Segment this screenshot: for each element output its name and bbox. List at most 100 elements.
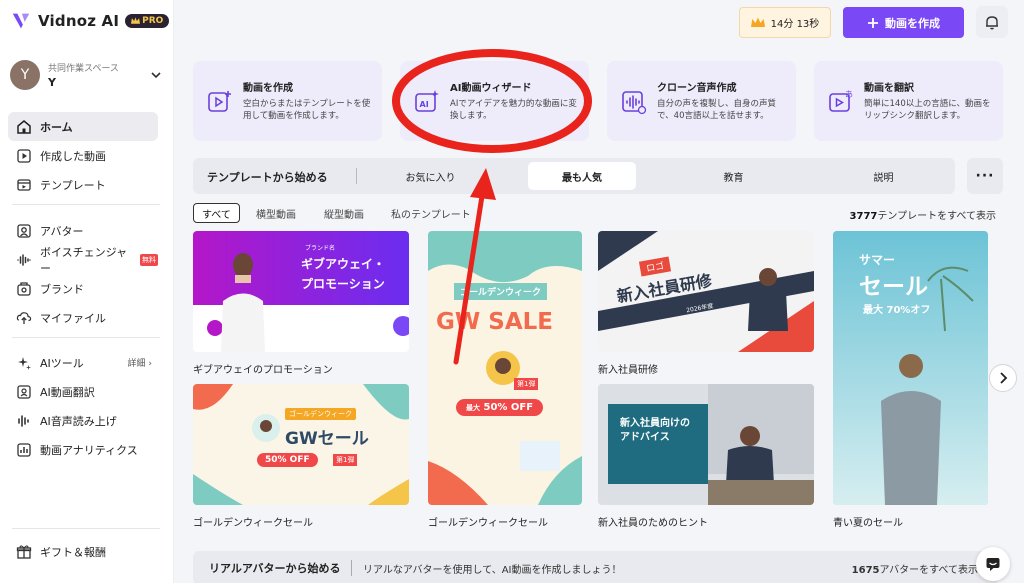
templates-title: テンプレートから始める xyxy=(207,171,328,184)
summer-title-1: サマー xyxy=(859,253,896,267)
workspace-user: Y xyxy=(48,76,56,89)
sidebar-item-avatars[interactable]: アバター xyxy=(8,216,158,245)
sidebar-item-brand[interactable]: ブランド xyxy=(8,274,158,303)
avatars-divider xyxy=(351,560,352,576)
template-thumb-summer-sale[interactable]: サマー セール 最大 70%オフ xyxy=(833,231,988,505)
sidebar-item-home[interactable]: ホーム xyxy=(8,112,158,141)
filter-horizontal[interactable]: 横型動画 xyxy=(256,203,296,223)
avatars-title: リアルアバターから始める xyxy=(209,562,341,575)
carousel-next-button[interactable] xyxy=(989,364,1017,392)
remaining-time: 14分 13秒 xyxy=(770,19,820,30)
gw-vertical-offer: 最大 50% OFF xyxy=(456,399,544,416)
sidebar-item-label: 作成した動画 xyxy=(40,149,106,163)
create-video-button[interactable]: 動画を作成 xyxy=(843,7,964,38)
action-card-create-video[interactable]: 動画を作成 空白からまたはテンプレートを使用して動画を作成します。 xyxy=(193,61,382,141)
template-caption: ギブアウェイのプロモーション xyxy=(193,365,333,376)
bottom-nav: ギフト＆報酬 xyxy=(8,537,158,566)
crown-icon xyxy=(131,17,141,24)
chevron-right-icon xyxy=(1000,372,1008,384)
show-all-avatars-link[interactable]: 1675アバターをすべて表示 xyxy=(852,561,978,576)
free-badge: 無料 xyxy=(140,253,158,266)
gw-vertical-offer-label: 最大 xyxy=(466,404,480,412)
tab-favorites[interactable]: お気に入り xyxy=(373,162,488,190)
sidebar-item-label: ギフト＆報酬 xyxy=(40,545,106,559)
sidebar-item-label: AIツール xyxy=(40,356,84,370)
more-options-button[interactable]: ··· xyxy=(967,158,1003,194)
sidebar-item-my-files[interactable]: マイファイル xyxy=(8,303,158,332)
sidebar-item-label: AI音声読み上げ xyxy=(40,414,117,428)
chat-icon xyxy=(986,558,1000,571)
card-title: クローン音声作成 xyxy=(657,83,737,94)
template-thumb-gw-sale-horizontal[interactable]: ゴールデンウィーク GWセール 50% OFF 第1弾 xyxy=(193,384,409,505)
template-thumb-new-employee-training[interactable]: ロゴ 新入社員研修 2026年度 xyxy=(598,231,814,352)
filter-all[interactable]: すべて xyxy=(193,203,240,223)
tips-thumbnail xyxy=(598,384,814,505)
sidebar-item-ai-tts[interactable]: AI音声読み上げ xyxy=(8,406,158,435)
sidebar-item-my-videos[interactable]: 作成した動画 xyxy=(8,141,158,170)
notifications-button[interactable] xyxy=(976,6,1008,38)
sidebar-divider xyxy=(12,528,160,529)
sidebar-item-gifts[interactable]: ギフト＆報酬 xyxy=(8,537,158,566)
action-card-ai-wizard[interactable]: AI AI動画ウィザード AIでアイデアを魅力的な動画に変換します。 xyxy=(400,61,589,141)
action-card-translate-video[interactable]: あ 動画を翻訳 簡単に140以上の言語に、動画をリップシンク翻訳します。 xyxy=(814,61,1003,141)
sidebar-item-label: マイファイル xyxy=(40,311,106,325)
summer-title-2: セール xyxy=(859,274,928,300)
card-desc: 空白からまたはテンプレートを使用して動画を作成します。 xyxy=(243,99,371,122)
sidebar-item-label: 動画アナリティクス xyxy=(40,443,138,457)
filter-vertical[interactable]: 縦型動画 xyxy=(324,203,364,223)
bell-icon xyxy=(986,16,998,30)
card-title: AI動画ウィザード xyxy=(450,83,532,94)
tips-title: 新入社員向けの xyxy=(620,418,690,429)
gw-horizontal-offer: 50% OFF xyxy=(257,453,318,467)
sidebar-divider xyxy=(12,204,160,205)
tab-explainer[interactable]: 説明 xyxy=(826,162,941,190)
avatar-icon xyxy=(17,223,31,238)
video-icon xyxy=(17,148,31,163)
voice-clone-icon xyxy=(622,91,647,115)
remaining-time-button[interactable]: 14分 13秒 xyxy=(739,7,831,38)
crown-icon xyxy=(750,17,765,27)
template-caption: ゴールデンウィークセール xyxy=(428,518,548,529)
sidebar-item-label: ボイスチェンジャー xyxy=(40,245,128,275)
template-thumb-new-employee-tips[interactable]: 新入社員向けの アドバイス xyxy=(598,384,814,505)
summer-offer: 最大 70%オフ xyxy=(863,305,931,316)
sidebar-item-templates[interactable]: テンプレート xyxy=(8,170,158,199)
gw-vertical-thumbnail xyxy=(428,231,582,505)
sidebar-divider xyxy=(12,337,160,338)
show-all-templates-link[interactable]: 3777テンプレートをすべて表示 xyxy=(850,207,996,222)
sidebar-item-ai-tools[interactable]: AIツール 詳細 › xyxy=(8,348,158,377)
app-logo[interactable]: Vidnoz AI PRO xyxy=(10,10,170,32)
template-thumb-gw-sale-vertical[interactable]: ゴールデンウィーク GW SALE 第1弾 最大 50% OFF xyxy=(428,231,582,505)
filter-my-templates[interactable]: 私のテンプレート xyxy=(391,203,471,223)
workspace-switcher[interactable]: Y 共同作業スペース Y xyxy=(10,58,162,92)
tab-education[interactable]: 教育 xyxy=(676,162,791,190)
audio-icon xyxy=(18,414,29,427)
tools-detail-link[interactable]: 詳細 › xyxy=(128,356,152,369)
templates-bar: テンプレートから始める お気に入り 最も人気 教育 説明 xyxy=(193,158,955,194)
translate-icon xyxy=(17,384,31,399)
sidebar-item-ai-video-translate[interactable]: AI動画翻訳 xyxy=(8,377,158,406)
tab-most-popular[interactable]: 最も人気 xyxy=(528,162,636,190)
avatars-bar: リアルアバターから始める リアルなアバターを使用して、AI動画を作成しましょう！… xyxy=(193,551,998,583)
tips-title-2: アドバイス xyxy=(620,432,670,443)
tools-nav: AIツール 詳細 › AI動画翻訳 AI音声読み上げ 動画アナリティクス xyxy=(8,348,158,464)
gw-horizontal-tag: ゴールデンウィーク xyxy=(285,408,356,420)
giveaway-brand-tag: ブランド名 xyxy=(305,245,336,252)
workspace-label: 共同作業スペース xyxy=(48,64,119,74)
gw-vertical-tag: ゴールデンウィーク xyxy=(454,283,548,300)
template-icon xyxy=(17,178,31,191)
template-thumb-giveaway[interactable]: ブランド名 ギブアウェイ・ プロモーション xyxy=(193,231,409,352)
gw-horizontal-title: GWセール xyxy=(285,429,369,449)
create-video-icon xyxy=(208,91,231,112)
action-card-voice-clone[interactable]: クローン音声作成 自分の声を複製し、自身の声質で、40言語以上を話せます。 xyxy=(607,61,796,141)
support-chat-button[interactable] xyxy=(976,547,1010,581)
sidebar-item-analytics[interactable]: 動画アナリティクス xyxy=(8,435,158,464)
home-icon xyxy=(17,119,31,134)
voice-icon xyxy=(17,253,31,266)
template-count: 3777 xyxy=(849,211,878,222)
sidebar-item-voice-changer[interactable]: ボイスチェンジャー 無料 xyxy=(8,245,158,275)
gw-horizontal-stamp: 第1弾 xyxy=(333,454,358,466)
app-name: Vidnoz AI xyxy=(38,12,120,30)
card-desc: AIでアイデアを魅力的な動画に変換します。 xyxy=(450,99,577,122)
giveaway-art-title-2: プロモーション xyxy=(301,277,385,291)
